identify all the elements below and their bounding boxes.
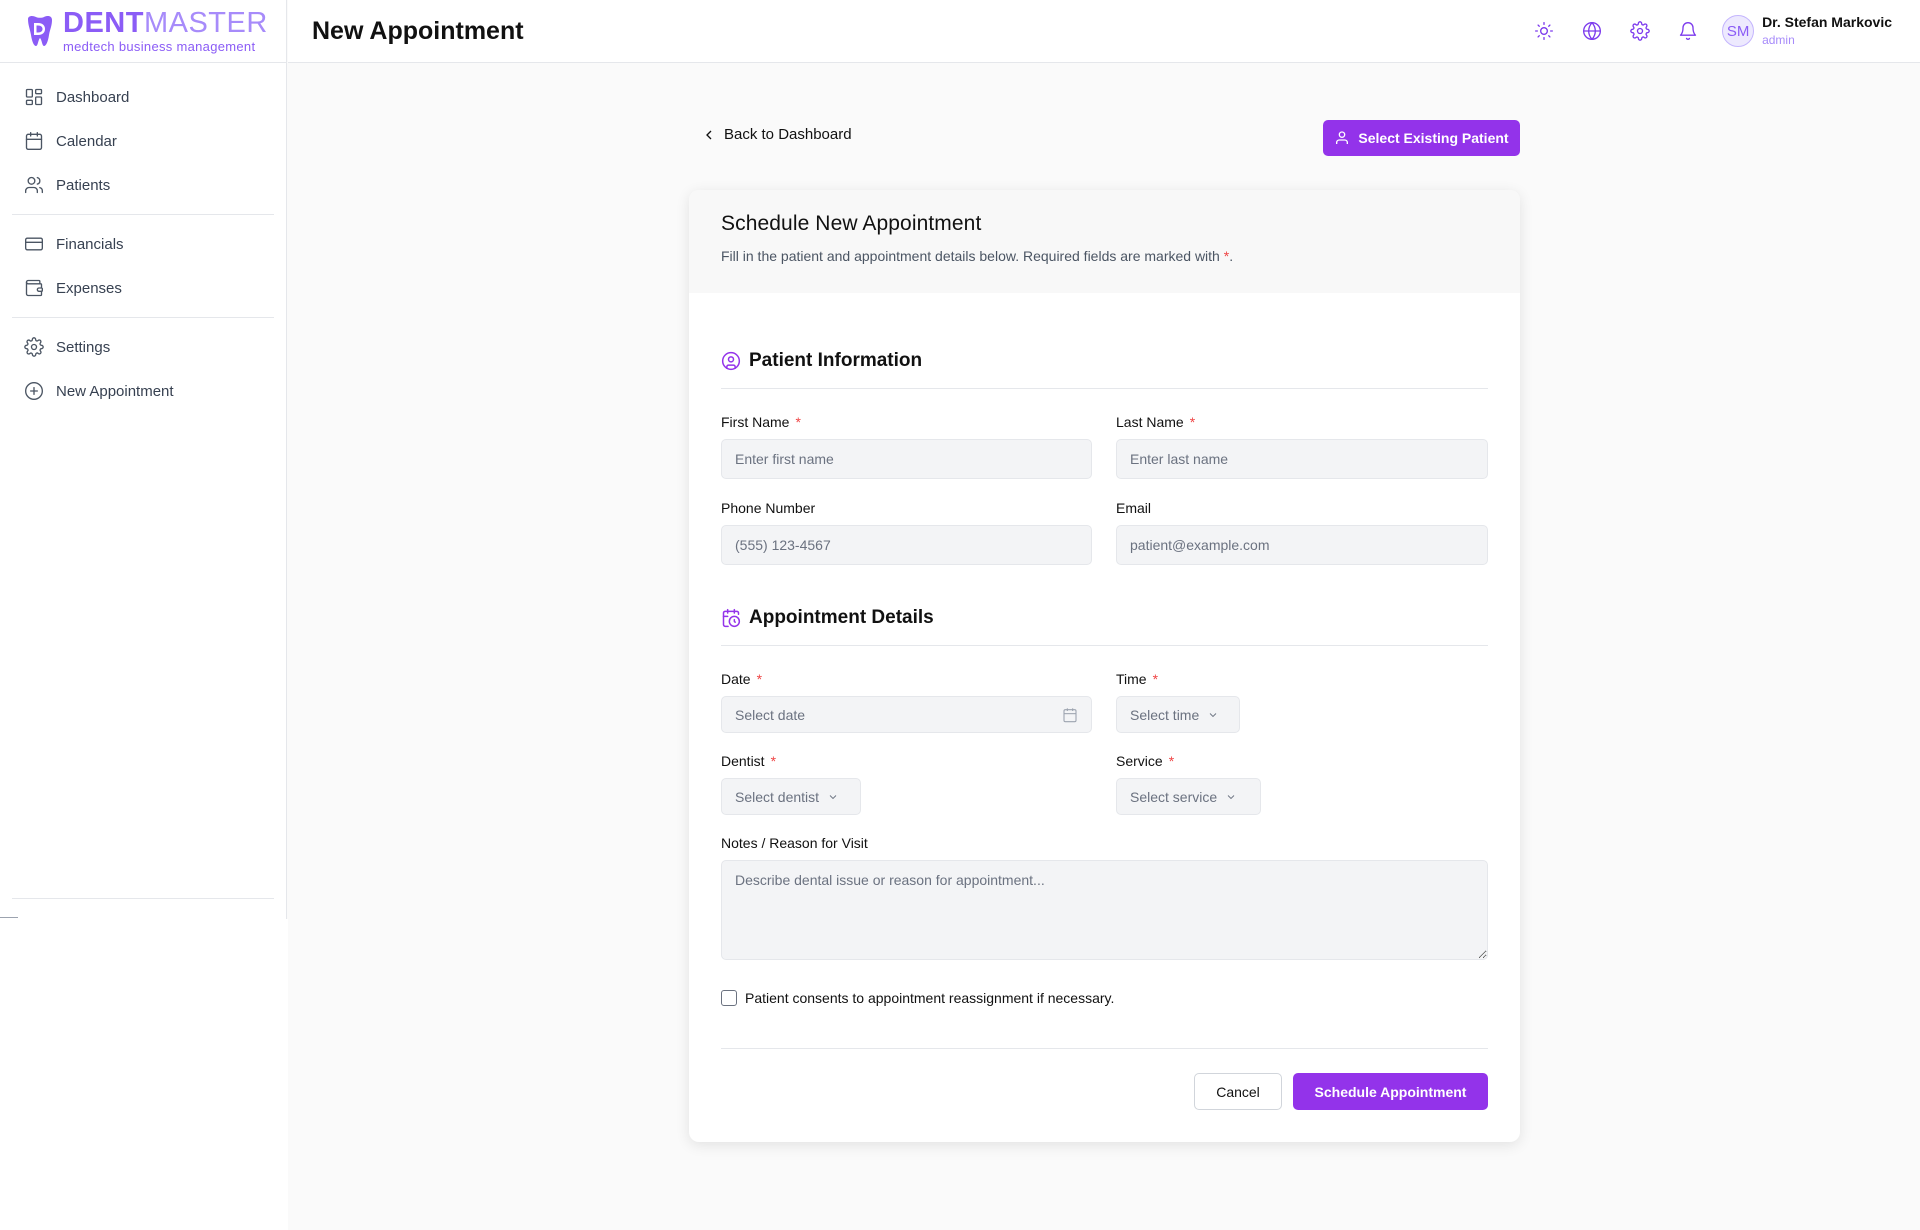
sidebar-item-settings[interactable]: Settings	[12, 325, 274, 369]
calendar-icon	[1063, 707, 1077, 722]
user-circle-icon	[721, 351, 741, 371]
date-placeholder: Select date	[735, 706, 806, 723]
sidebar-underlay	[0, 919, 288, 1230]
users-icon	[25, 176, 43, 194]
plus-circle-icon	[25, 382, 43, 400]
date-picker[interactable]: Select date	[721, 696, 1092, 733]
calendar-clock-icon	[722, 608, 741, 628]
nav-divider	[12, 214, 274, 215]
back-to-dashboard-link[interactable]: Back to Dashboard	[701, 126, 852, 143]
bell-icon	[1679, 22, 1697, 40]
dentist-placeholder: Select dentist	[735, 788, 820, 805]
patient-info-section-title: Patient Information	[721, 350, 922, 372]
sidebar-item-label: Calendar	[56, 132, 117, 150]
sun-icon	[1535, 22, 1554, 40]
consent-label: Patient consents to appointment reassign…	[745, 990, 1115, 1006]
last-name-label: Last Name *	[1116, 414, 1196, 430]
sidebar-item-calendar[interactable]: Calendar	[12, 119, 274, 163]
tooth-logo-icon	[28, 15, 52, 46]
language-button[interactable]	[1568, 11, 1616, 51]
appointment-details-section-title: Appointment Details	[721, 607, 934, 629]
theme-toggle-button[interactable]	[1520, 11, 1568, 51]
sidebar-item-expenses[interactable]: Expenses	[12, 266, 274, 310]
brand-subtitle: medtech business management	[63, 39, 256, 54]
notes-label: Notes / Reason for Visit	[721, 835, 868, 851]
sidebar-nav: Dashboard Calendar Patients Financials E…	[0, 63, 286, 413]
form-title: Schedule New Appointment	[721, 212, 982, 235]
sidebar-footer-divider	[12, 898, 274, 899]
back-link-label: Back to Dashboard	[724, 126, 852, 143]
sidebar-item-label: Dashboard	[56, 88, 130, 106]
user-icon	[1336, 131, 1349, 144]
page-title: New Appointment	[312, 16, 524, 45]
globe-icon	[1583, 22, 1602, 40]
chevron-down-icon	[829, 794, 837, 799]
card-header: Schedule New Appointment Fill in the pat…	[689, 190, 1520, 293]
sidebar-item-label: Expenses	[56, 279, 122, 297]
sidebar-item-new-appointment[interactable]: New Appointment	[12, 369, 274, 413]
last-name-input[interactable]	[1116, 439, 1488, 479]
form-description: Fill in the patient and appointment deta…	[721, 248, 1234, 264]
notes-textarea[interactable]	[721, 860, 1488, 960]
chevron-left-icon	[706, 130, 712, 139]
brand-logo[interactable]: DENTMASTER medtech business management	[0, 0, 286, 63]
section-divider	[721, 645, 1488, 646]
chevron-down-icon	[1209, 712, 1217, 717]
service-label: Service *	[1116, 753, 1175, 769]
email-input[interactable]	[1116, 525, 1488, 565]
email-label: Email	[1116, 500, 1152, 516]
consent-row[interactable]: Patient consents to appointment reassign…	[721, 990, 1114, 1006]
section-divider	[721, 388, 1488, 389]
service-placeholder: Select service	[1130, 788, 1218, 805]
sidebar-item-financials[interactable]: Financials	[12, 222, 274, 266]
brand-title: DENTMASTER	[63, 7, 268, 39]
settings-button[interactable]	[1616, 11, 1664, 51]
sidebar-collapse-handle[interactable]	[0, 917, 18, 918]
time-select[interactable]: Select time	[1116, 696, 1240, 733]
service-select[interactable]: Select service	[1116, 778, 1261, 815]
nav-divider	[12, 317, 274, 318]
first-name-input[interactable]	[721, 439, 1092, 479]
sidebar-item-label: New Appointment	[56, 382, 174, 400]
header-actions: SM Dr. Stefan Markovic admin	[1520, 11, 1892, 51]
first-name-label: First Name *	[721, 414, 801, 430]
wallet-icon	[25, 279, 43, 297]
cancel-button[interactable]: Cancel	[1194, 1073, 1282, 1110]
form-footer-divider	[721, 1048, 1488, 1049]
phone-input[interactable]	[721, 525, 1092, 565]
top-header: New Appointment SM Dr. Stefan Markovic a…	[288, 0, 1920, 63]
select-existing-patient-label: Select Existing Patient	[1358, 130, 1509, 146]
sidebar-item-label: Patients	[56, 176, 111, 194]
sidebar-item-label: Financials	[56, 235, 124, 253]
gear-icon	[1630, 21, 1650, 41]
date-label: Date *	[721, 671, 763, 687]
sidebar: DENTMASTER medtech business management D…	[0, 0, 287, 919]
avatar: SM	[1722, 15, 1755, 47]
sidebar-item-patients[interactable]: Patients	[12, 163, 274, 207]
gear-icon	[24, 337, 44, 357]
phone-label: Phone Number	[721, 500, 816, 516]
dentist-label: Dentist *	[721, 753, 777, 769]
appointment-form-card: Schedule New Appointment Fill in the pat…	[689, 190, 1520, 1142]
user-role: admin	[1762, 32, 1795, 47]
sidebar-item-dashboard[interactable]: Dashboard	[12, 75, 274, 119]
user-name: Dr. Stefan Markovic	[1762, 14, 1892, 31]
user-menu[interactable]: SM Dr. Stefan Markovic admin	[1722, 14, 1892, 47]
select-existing-patient-button[interactable]: Select Existing Patient	[1323, 120, 1520, 156]
consent-checkbox[interactable]	[721, 990, 737, 1006]
dashboard-icon	[25, 88, 43, 106]
calendar-icon	[25, 132, 43, 150]
time-placeholder: Select time	[1130, 706, 1200, 723]
credit-card-icon	[25, 237, 43, 251]
schedule-appointment-button[interactable]: Schedule Appointment	[1293, 1073, 1488, 1110]
notifications-button[interactable]	[1664, 11, 1712, 51]
sidebar-item-label: Settings	[56, 338, 111, 356]
time-label: Time *	[1116, 671, 1159, 687]
chevron-down-icon	[1227, 794, 1235, 799]
dentist-select[interactable]: Select dentist	[721, 778, 861, 815]
